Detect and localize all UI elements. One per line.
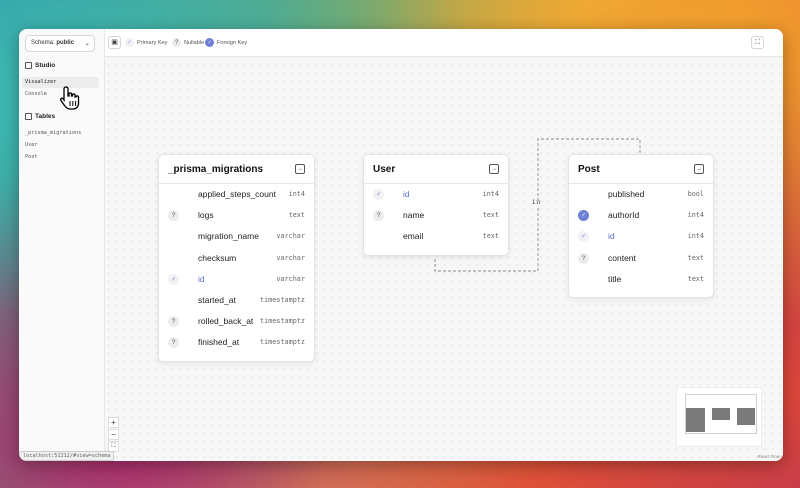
minimap[interactable] xyxy=(676,387,762,447)
field-name: rolled_back_at xyxy=(198,316,254,327)
table-title: User xyxy=(373,164,396,175)
fit-view-icon: ⛶ xyxy=(111,443,116,449)
field-type: text xyxy=(482,211,499,220)
field-name: content xyxy=(608,252,636,263)
field-type: bool xyxy=(687,190,704,198)
field-type: text xyxy=(288,211,305,220)
field-name: email xyxy=(403,231,424,242)
field-list: applied_steps_count int4? logs text migratio… xyxy=(159,184,314,354)
status-url: localhost:51212/#view=schema xyxy=(19,451,115,461)
field-type: int4 xyxy=(687,211,704,220)
field-row[interactable]: published bool xyxy=(569,184,713,205)
table-title: _prisma_migrations xyxy=(168,164,264,175)
field-type: varchar xyxy=(276,274,305,283)
field-list: published bool ♂ authorId int4 ♂ id int4? conten… xyxy=(569,184,713,290)
field-row[interactable]: applied_steps_count int4 xyxy=(159,184,314,205)
question-icon: ? xyxy=(168,337,179,349)
field-type: varchar xyxy=(276,253,305,262)
field-name: finished_at xyxy=(198,337,240,348)
table-header: Post → xyxy=(569,155,713,184)
field-name: logs xyxy=(198,210,214,221)
app-window: Schema: public ⌄ Studio Visualizer Conso… xyxy=(19,29,783,461)
field-type: varchar xyxy=(276,232,305,241)
field-name: name xyxy=(403,210,425,221)
field-name: id xyxy=(403,189,410,199)
field-name: checksum xyxy=(198,252,237,263)
zoom-out-button[interactable]: − xyxy=(108,429,119,440)
field-row[interactable]: started_at timestamptz xyxy=(159,290,314,311)
field-row[interactable]: checksum varchar xyxy=(159,248,314,269)
field-name: id xyxy=(198,273,205,284)
field-type: timestamptz xyxy=(259,338,305,347)
open-table-icon[interactable]: → xyxy=(295,164,305,174)
foreign-key-icon: ♂ xyxy=(578,210,589,222)
key-icon: ♂ xyxy=(578,231,589,243)
react-flow-attribution[interactable]: React Flow xyxy=(757,454,780,459)
table-title: Post xyxy=(578,164,600,175)
relation-label: 1:n xyxy=(532,200,541,206)
minimap-node xyxy=(737,408,755,425)
field-row[interactable]: migration_name varchar xyxy=(159,226,314,247)
field-row[interactable]: ? name text xyxy=(364,205,508,226)
field-row[interactable]: ? content text xyxy=(569,248,713,269)
field-name: id xyxy=(608,231,615,242)
minimap-node xyxy=(686,408,705,432)
table-header: _prisma_migrations → xyxy=(159,155,314,184)
field-type: text xyxy=(687,274,704,283)
question-icon: ? xyxy=(373,210,384,222)
field-row[interactable]: ♂ id varchar xyxy=(159,269,314,290)
field-row[interactable]: ? logs text xyxy=(159,205,314,226)
field-row[interactable]: email text xyxy=(364,226,508,247)
field-row[interactable]: ♂ id int4 xyxy=(364,184,508,205)
zoom-in-button[interactable]: + xyxy=(108,417,119,428)
field-list: ♂ id int4? name text email text xyxy=(364,184,508,248)
field-name: migration_name xyxy=(198,231,259,242)
field-name: published xyxy=(608,189,645,199)
field-type: text xyxy=(482,232,499,241)
field-name: applied_steps_count xyxy=(198,189,276,199)
field-type: timestamptz xyxy=(259,317,305,326)
field-row[interactable]: ? finished_at timestamptz xyxy=(159,332,314,353)
field-row[interactable]: ♂ authorId int4 xyxy=(569,205,713,226)
table-header: User → xyxy=(364,155,508,184)
open-table-icon[interactable]: → xyxy=(694,164,704,174)
question-icon: ? xyxy=(168,316,179,328)
field-type: int4 xyxy=(288,190,305,198)
field-type: text xyxy=(687,253,704,262)
field-type: int4 xyxy=(482,190,499,198)
key-icon: ♂ xyxy=(168,273,179,285)
field-name: started_at xyxy=(198,294,236,305)
key-icon: ♂ xyxy=(373,189,384,200)
minimap-node xyxy=(712,408,730,420)
field-row[interactable]: ♂ id int4 xyxy=(569,226,713,247)
field-type: int4 xyxy=(687,232,704,241)
field-row[interactable]: ? rolled_back_at timestamptz xyxy=(159,311,314,332)
field-name: authorId xyxy=(608,210,640,221)
hand-cursor-icon xyxy=(60,86,80,110)
field-type: timestamptz xyxy=(259,295,305,304)
question-icon: ? xyxy=(168,210,179,222)
question-icon: ? xyxy=(578,252,589,264)
field-row[interactable]: title text xyxy=(569,269,713,290)
table-card-user[interactable]: User → ♂ id int4? name text email text xyxy=(363,154,509,256)
table-card-prisma-migrations[interactable]: _prisma_migrations → applied_steps_count… xyxy=(158,154,315,362)
field-name: title xyxy=(608,273,622,284)
open-table-icon[interactable]: → xyxy=(489,164,499,174)
table-card-post[interactable]: Post → published bool ♂ authorId int4 ♂ id int4… xyxy=(568,154,714,298)
